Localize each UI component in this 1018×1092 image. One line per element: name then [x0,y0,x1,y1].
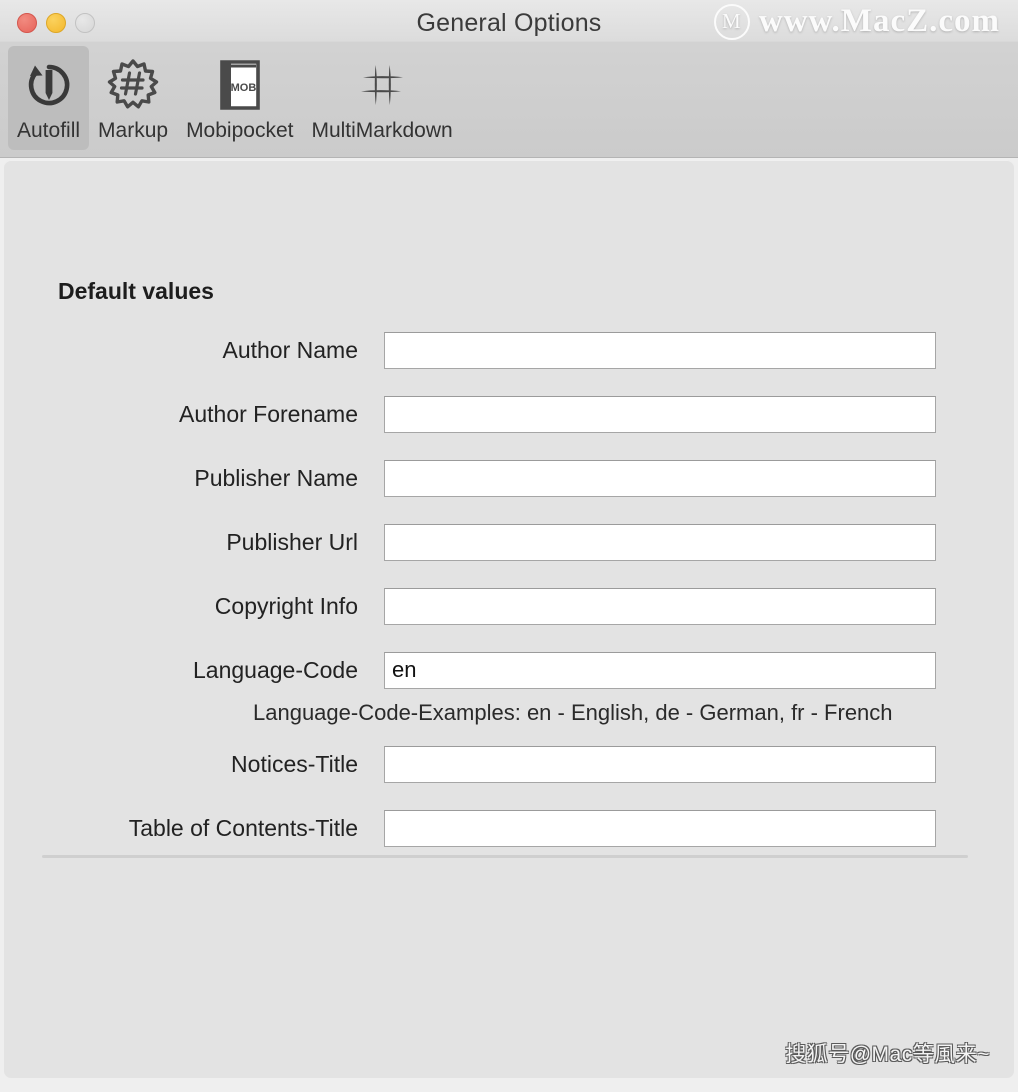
publisher-url-label: Publisher Url [226,528,358,555]
form-row-toc-title: Table of Contents-Title [4,796,1014,860]
author-name-label: Author Name [222,336,358,363]
default-values-form: Author Name Author Forename Publisher Na… [4,318,1014,860]
traffic-light-controls [17,13,95,33]
form-row-language-code: Language-Code [4,638,1014,702]
minimize-button[interactable] [46,13,66,33]
notices-title-label: Notices-Title [231,750,358,777]
language-code-hint-row: Language-Code-Examples: en - English, de… [4,700,1014,732]
publisher-url-input[interactable] [384,523,936,561]
publisher-name-input[interactable] [384,459,936,497]
tab-multimarkdown-label: MultiMarkdown [311,119,453,142]
toolbar-tabs: Autofill Markup MOBI Mobipocket MultiMar… [8,46,462,150]
form-row-author-name: Author Name [4,318,1014,382]
tab-markup-label: Markup [98,119,169,142]
preferences-window: General Options M www.MacZ.com Autofill [0,0,1018,1092]
tab-multimarkdown[interactable]: MultiMarkdown [302,46,461,147]
form-row-author-forename: Author Forename [4,382,1014,446]
form-row-copyright-info: Copyright Info [4,574,1014,638]
maczz-watermark-text: www.MacZ.com [758,3,1000,39]
svg-text:MOBI: MOBI [230,82,259,94]
section-divider [42,855,968,858]
autofill-icon [23,56,75,114]
toc-title-input[interactable] [384,809,936,847]
language-code-hint: Language-Code-Examples: en - English, de… [253,700,893,725]
maczz-watermark: M www.MacZ.com [713,3,1000,40]
tab-autofill-label: Autofill [17,119,81,142]
form-row-publisher-name: Publisher Name [4,446,1014,510]
language-code-input[interactable] [384,651,936,689]
toc-title-label: Table of Contents-Title [128,814,358,841]
copyright-info-input[interactable] [384,587,936,625]
window-titlebar: General Options M www.MacZ.com Autofill [0,0,1018,158]
copyright-info-label: Copyright Info [214,592,358,619]
tab-markup[interactable]: Markup [89,46,177,147]
language-code-label: Language-Code [193,656,358,683]
section-title-default-values: Default values [58,278,214,304]
tab-mobipocket-label: Mobipocket [186,119,294,142]
form-row-notices-title: Notices-Title [4,732,1014,796]
publisher-name-label: Publisher Name [194,464,358,491]
options-content-pane: Default values Author Name Author Forena… [4,160,1014,1078]
maczz-logo-icon: M [713,3,750,40]
sohu-watermark: 搜狐号@Mac等風来~ [785,1043,990,1066]
close-button[interactable] [17,13,37,33]
author-name-input[interactable] [384,331,936,369]
notices-title-input[interactable] [384,745,936,783]
markup-icon [106,56,160,114]
mobipocket-icon: MOBI [216,56,264,114]
form-row-publisher-url: Publisher Url [4,510,1014,574]
author-forename-label: Author Forename [179,400,358,427]
tab-autofill[interactable]: Autofill [8,46,90,150]
zoom-button[interactable] [75,13,95,33]
tab-mobipocket[interactable]: MOBI Mobipocket [177,46,302,147]
author-forename-input[interactable] [384,395,936,433]
multimarkdown-icon [356,56,408,114]
